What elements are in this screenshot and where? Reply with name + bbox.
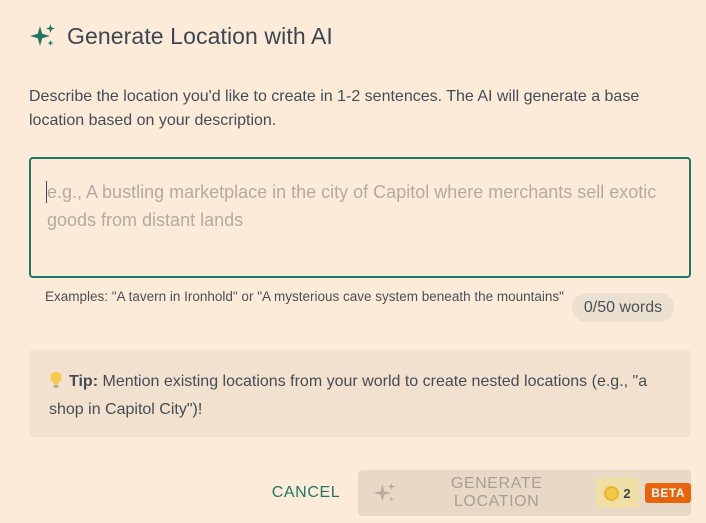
credit-cost: 2 <box>623 485 631 501</box>
location-description-input[interactable] <box>31 159 689 276</box>
beta-badge: BETA <box>645 483 691 503</box>
tip-label: Tip: <box>69 373 99 390</box>
dialog-description: Describe the location you'd like to crea… <box>29 88 640 129</box>
tip-box: Tip: Mention existing locations from you… <box>29 350 691 437</box>
dialog-actions: CANCEL GENERATE LOCATION 2 BETA <box>0 470 706 516</box>
credit-cost-badge: 2 <box>596 478 640 508</box>
lightbulb-icon <box>50 372 62 388</box>
dialog-header: Generate Location with AI <box>29 22 333 50</box>
sparkles-icon <box>30 24 55 46</box>
text-caret <box>46 181 47 203</box>
tip-text: Mention existing locations from your wor… <box>49 373 648 418</box>
sparkles-icon <box>373 482 396 502</box>
dialog-title: Generate Location with AI <box>67 22 333 49</box>
generate-location-button[interactable]: GENERATE LOCATION 2 BETA <box>358 470 691 516</box>
generate-button-label: GENERATE LOCATION <box>450 475 543 510</box>
coin-icon <box>604 485 620 501</box>
location-description-field <box>29 157 691 278</box>
examples-helper-text: Examples: "A tavern in Ironhold" or "A m… <box>45 289 564 304</box>
generate-location-dialog: Generate Location with AI Describe the l… <box>0 0 706 523</box>
word-count-badge: 0/50 words <box>572 293 674 322</box>
cancel-button[interactable]: CANCEL <box>262 470 350 516</box>
